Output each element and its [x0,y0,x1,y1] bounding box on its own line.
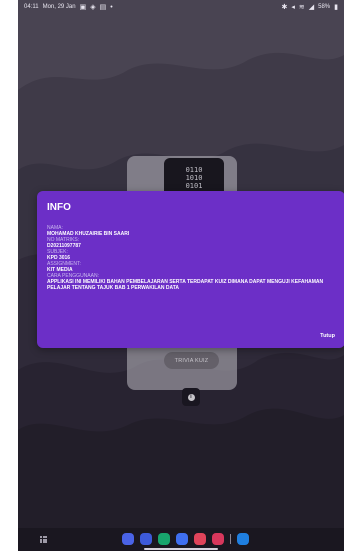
mute-icon: ◂ [291,3,295,11]
battery-percent: 58% [318,4,331,10]
recent-app-icon[interactable] [237,533,249,545]
battery-icon: ▮ [334,3,338,11]
dock-separator [230,534,231,544]
more-notifications-icon: • [110,3,113,11]
signal-icon: ◢ [308,3,315,11]
browser-app-icon[interactable] [122,533,134,545]
dock [122,533,249,545]
status-bar: 04:11 Mon, 29 Jan ▣ ◈ ▤ • ✱ ◂ ≋ ◢ 58% ▮ [18,0,344,14]
gallery-app-icon[interactable] [212,533,224,545]
app-drawer-icon[interactable] [40,536,47,543]
date: Mon, 29 Jan [42,4,76,10]
navigation-bar [18,528,344,551]
tablet-screen: 04:11 Mon, 29 Jan ▣ ◈ ▤ • ✱ ◂ ≋ ◢ 58% ▮ … [18,0,344,551]
info-dialog: INFO NAMA: MOHAMAD KHUZAIRIE BIN SAARI N… [37,191,344,348]
image-notification-icon: ▣ [79,3,87,11]
dialog-body: NAMA: MOHAMAD KHUZAIRIE BIN SAARI NO MAT… [47,225,335,291]
usage-value: APPLIKASI INI MEMILIKI BAHAN PEMBELAJARA… [47,279,324,291]
mail-notification-icon: ▤ [99,3,107,11]
chat-app-icon[interactable] [176,533,188,545]
messages-app-icon[interactable] [140,533,152,545]
wifi-icon: ≋ [298,3,305,11]
home-indicator[interactable] [144,548,218,550]
dialog-title: INFO [47,202,71,213]
phone-app-icon[interactable] [158,533,170,545]
close-button[interactable]: Tutup [320,333,335,339]
bluetooth-icon: ✱ [281,3,288,11]
clock: 04:11 [24,4,39,10]
camera-app-icon[interactable] [194,533,206,545]
gallery-notification-icon: ◈ [90,3,96,11]
